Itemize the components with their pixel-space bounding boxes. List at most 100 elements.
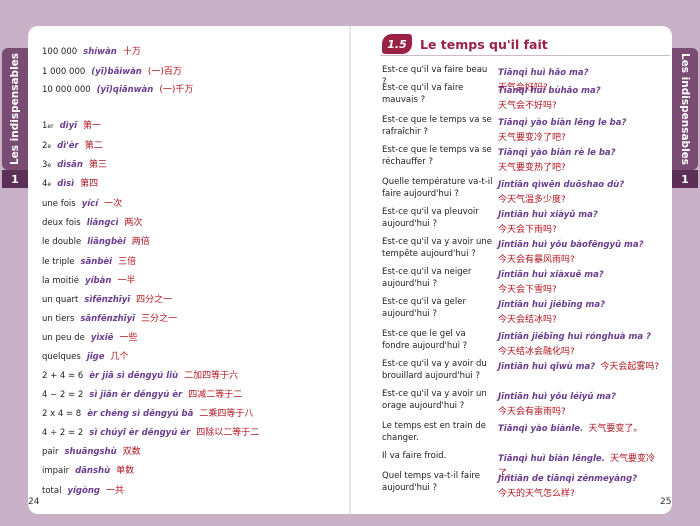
chinese-characters: 第一	[83, 121, 102, 131]
pinyin: Jīntiān huì yǒu bàofēngyǔ ma?	[498, 240, 644, 250]
chinese-characters: 单数	[116, 466, 135, 476]
vocab-row: 2 e dì'èr 第二	[42, 138, 103, 151]
chapter-tab-label: Les indispensables	[9, 52, 21, 166]
vocab-row: impair dānshù 单数	[42, 463, 134, 476]
french-phrase: Il va faire froid.	[382, 451, 447, 461]
french-phrase: Quelle température va-t-il faire aujourd…	[382, 177, 493, 199]
pinyin: Jīntiān huì qǐwù ma?	[498, 362, 596, 372]
pinyin: Jīntiān huì xiàyǔ ma?	[498, 210, 598, 220]
french-term: 10 000 000	[42, 85, 91, 95]
pinyin: èr jiā sì děngyú liù	[89, 371, 179, 381]
left-page	[28, 26, 350, 514]
chinese-characters: 两倍	[131, 237, 150, 247]
vocab-row: 1 er dìyī 第一	[42, 118, 101, 131]
french-term: quelques	[42, 352, 81, 362]
translation: Tiānqì yào biàn rè le ba? 天气要变热了吧?	[498, 144, 670, 174]
french-term: 1 000 000	[42, 67, 86, 77]
french-term: une fois	[42, 199, 76, 209]
vocab-row: un peu de yìxiē 一些	[42, 330, 137, 343]
chinese-characters: 二乘四等于八	[199, 409, 254, 419]
chinese-characters: 三分之一	[141, 314, 178, 324]
pinyin: Tiānqì yào biànle.	[498, 424, 584, 434]
chinese-characters: 天气要变冷了吧?	[498, 133, 566, 143]
pinyin: dìsān	[57, 160, 83, 170]
vocab-row: une fois yící 一次	[42, 196, 122, 209]
french-term: impair	[42, 466, 70, 476]
translation: Jīntiān jiébīng huì rónghuà ma ? 今天结冰会融化吗…	[498, 328, 670, 358]
chapter-tab-label: Les indispensables	[679, 52, 691, 166]
ordinal-suffix: e	[47, 162, 52, 169]
section-title: Le temps qu'il fait	[420, 36, 548, 52]
french-term: 4 − 2 = 2	[42, 390, 84, 400]
vocab-row: 4 e dìsì 第四	[42, 176, 98, 189]
translation: Tiānqì huì bùhǎo ma? 天气会不好吗?	[498, 82, 670, 112]
pinyin: liǎngcì	[86, 218, 119, 228]
pinyin: (yī)bǎiwàn	[91, 67, 142, 77]
chinese-characters: 今天会下雨吗?	[498, 225, 557, 235]
translation: Jīntiān huì xiàxuě ma? 今天会下雪吗?	[498, 266, 670, 296]
pinyin: dānshù	[75, 466, 111, 476]
pinyin: yígòng	[67, 486, 100, 496]
pinyin: sìfēnzhīyī	[84, 295, 131, 305]
chinese-characters: 今天会有暴风雨吗?	[498, 255, 575, 265]
chinese-characters: (一)千万	[159, 85, 194, 95]
chinese-characters: 今天结冰会融化吗?	[498, 347, 575, 357]
chapter-tab-right[interactable]: Les indispensables	[672, 48, 698, 170]
vocab-row: un quart sìfēnzhīyī 四分之一	[42, 292, 172, 305]
chinese-characters: 第二	[84, 141, 103, 151]
pinyin: (yī)qiānwàn	[96, 85, 154, 95]
french-phrase: Est-ce qu'il va pleuvoir aujourd'hui ?	[382, 207, 479, 229]
pinyin: jǐge	[86, 352, 105, 362]
vocab-row: quelques jǐge 几个	[42, 349, 129, 362]
chinese-characters: 一共	[105, 486, 124, 496]
french-phrase: Est-ce qu'il va y avoir un orage aujourd…	[382, 389, 487, 411]
pinyin: Tiānqì yào biàn lěng le ba?	[498, 118, 627, 128]
page-number-left: 24	[28, 497, 40, 507]
chapter-tab-left[interactable]: Les indispensables	[2, 48, 28, 170]
chinese-characters: 今天会下雪吗?	[498, 285, 557, 295]
french-term: 100 000	[42, 47, 78, 57]
chinese-characters: 第三	[88, 160, 107, 170]
french-phrase: Est-ce qu'il va neiger aujourd'hui ?	[382, 267, 472, 289]
vocab-row: 2 x 4 = 8 èr chéng sì děngyú bā 二乘四等于八	[42, 406, 253, 419]
chinese-characters: 一次	[104, 199, 123, 209]
vocab-row: 100 000 shíwàn 十万	[42, 44, 141, 57]
vocab-row: total yígòng 一共	[42, 483, 124, 496]
vocab-row: 4 − 2 = 2 sì jiǎn èr děngyú èr 四减二等于二	[42, 387, 242, 400]
french-term: 4 ÷ 2 = 2	[42, 428, 84, 438]
vocab-row: 3 e dìsān 第三	[42, 157, 107, 170]
french-term: deux fois	[42, 218, 81, 228]
pinyin: Jīntiān huì xiàxuě ma?	[498, 270, 604, 280]
chinese-characters: 四分之一	[136, 295, 173, 305]
translation: Jīntiān huì xiàyǔ ma? 今天会下雨吗?	[498, 206, 670, 236]
chinese-characters: 今天会起雾吗?	[600, 362, 660, 372]
vocab-row: 1 000 000 (yī)bǎiwàn (一)百万	[42, 64, 182, 77]
section-number-badge: 1.5	[382, 34, 412, 54]
translation: Jīntiān de tiānqì zěnmeyàng? 今天的天气怎么样?	[498, 470, 670, 500]
pinyin: yìxiē	[90, 333, 114, 343]
french-term: un quart	[42, 295, 79, 305]
pinyin: Jīntiān huì jiébīng ma?	[498, 300, 606, 310]
translation: Jīntiān qìwēn duōshao dù? 今天气温多少度?	[498, 176, 670, 206]
chinese-characters: 几个	[110, 352, 129, 362]
chinese-characters: 今天气温多少度?	[498, 195, 566, 205]
french-phrase: Est-ce qu'il va y avoir du brouillard au…	[382, 359, 487, 381]
ordinal-suffix: e	[47, 181, 52, 188]
vocab-row: un tiers sānfēnzhīyī 三分之一	[42, 311, 177, 324]
vocab-row: 10 000 000 (yī)qiānwàn (一)千万	[42, 82, 193, 95]
chinese-characters: 四减二等于二	[188, 390, 243, 400]
pinyin: Tiānqì huì biàn lěngle.	[498, 454, 605, 464]
vocab-row: 4 ÷ 2 = 2 sì chúyǐ èr děngyú èr 四除以二等于二	[42, 425, 259, 438]
french-term: 2 x 4 = 8	[42, 409, 82, 419]
chinese-characters: (一)百万	[147, 67, 182, 77]
french-term: total	[42, 486, 62, 496]
pinyin: Jīntiān jiébīng huì rónghuà ma ?	[498, 332, 651, 342]
vocab-row: le triple sānbèi 三倍	[42, 254, 136, 267]
translation: Tiānqì yào biànle. 天气要变了。	[498, 420, 670, 435]
french-phrase: Est-ce qu'il va y avoir une tempête aujo…	[382, 237, 493, 259]
french-phrase: Est-ce qu'il va geler aujourd'hui ?	[382, 297, 466, 319]
translation: Jīntiān huì yǒu bàofēngyǔ ma? 今天会有暴风雨吗?	[498, 236, 670, 266]
chinese-characters: 一半	[117, 276, 136, 286]
page-number-right: 25	[660, 497, 672, 507]
pinyin: sì chúyǐ èr děngyú èr	[89, 428, 191, 438]
